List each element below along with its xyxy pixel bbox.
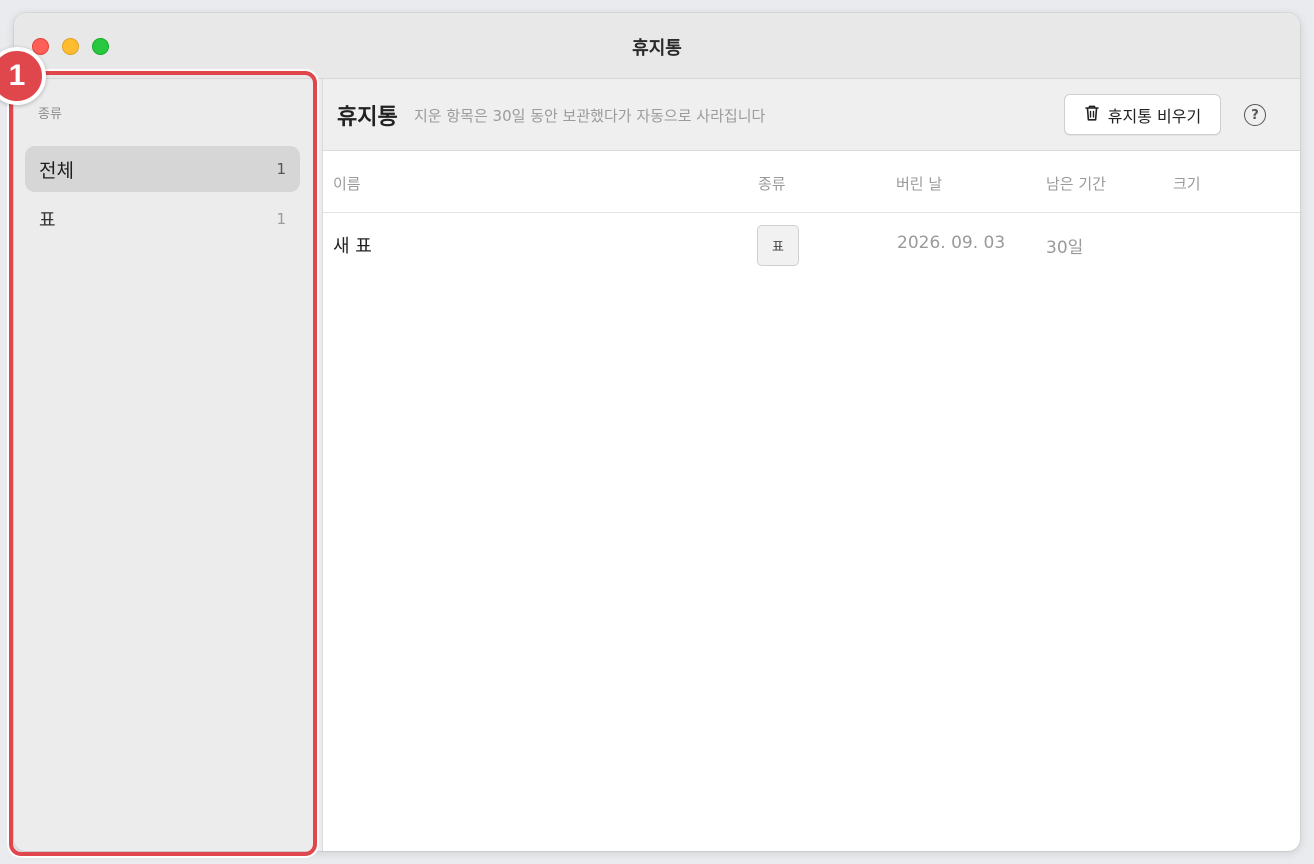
help-button[interactable]: ? bbox=[1244, 104, 1266, 126]
question-circle-icon: ? bbox=[1251, 107, 1259, 123]
trash-icon bbox=[1084, 104, 1100, 126]
sidebar-item-all[interactable]: 전체 1 bbox=[25, 146, 300, 192]
empty-trash-label: 휴지통 비우기 bbox=[1107, 106, 1202, 126]
row-deleted-date: 2026. 09. 03 bbox=[897, 233, 1006, 253]
sidebar-item-label: 표 bbox=[39, 210, 56, 231]
table-row[interactable]: 새 표 표 2026. 09. 03 30일 bbox=[323, 213, 1300, 275]
sidebar-item-label: 전체 bbox=[39, 159, 74, 182]
sidebar-item-count: 1 bbox=[276, 210, 286, 228]
column-header-deleted-date[interactable]: 버린 날 bbox=[896, 173, 942, 194]
column-header-name[interactable]: 이름 bbox=[333, 173, 361, 194]
column-header-size[interactable]: 크기 bbox=[1173, 173, 1201, 194]
trash-table: 이름 종류 버린 날 남은 기간 크기 새 표 표 2026. 09. 03 3… bbox=[323, 151, 1300, 275]
content-header: 휴지통 지운 항목은 30일 동안 보관했다가 자동으로 사라집니다 휴지통 비… bbox=[323, 79, 1300, 151]
sidebar-item-table[interactable]: 표 1 bbox=[25, 196, 300, 242]
sidebar-heading: 종류 bbox=[38, 107, 62, 122]
table-header: 이름 종류 버린 날 남은 기간 크기 bbox=[323, 151, 1300, 213]
window-title: 휴지통 bbox=[632, 38, 682, 59]
empty-trash-button[interactable]: 휴지통 비우기 bbox=[1064, 94, 1221, 135]
title-bar: 휴지통 bbox=[14, 13, 1300, 79]
row-name: 새 표 bbox=[333, 236, 372, 257]
sidebar: 종류 전체 1 표 1 bbox=[14, 79, 323, 851]
column-header-type[interactable]: 종류 bbox=[758, 173, 786, 194]
row-remaining: 30일 bbox=[1046, 238, 1084, 258]
page-subtitle: 지운 항목은 30일 동안 보관했다가 자동으로 사라집니다 bbox=[414, 107, 766, 125]
trash-window: 휴지통 종류 전체 1 표 1 휴지통 지운 항목은 30일 동안 보관했다가 … bbox=[14, 13, 1300, 851]
page-title: 휴지통 bbox=[337, 105, 398, 130]
column-header-remaining[interactable]: 남은 기간 bbox=[1046, 173, 1106, 194]
type-badge: 표 bbox=[757, 225, 799, 266]
sidebar-item-count: 1 bbox=[276, 160, 286, 178]
